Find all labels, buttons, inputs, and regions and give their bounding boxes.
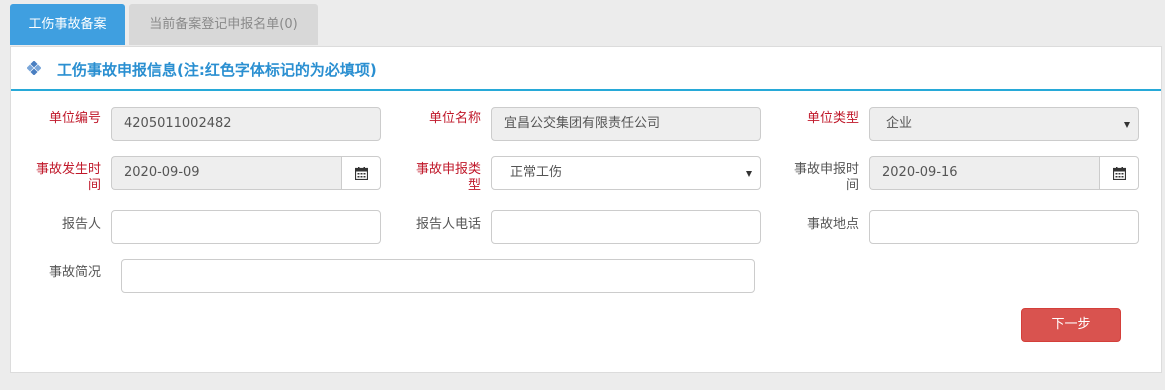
- accident-time-datepicker: 2020-09-09: [111, 156, 381, 190]
- tab-current-filing-list[interactable]: 当前备案登记申报名单(0): [129, 4, 318, 45]
- report-time-datepicker: 2020-09-16: [869, 156, 1139, 190]
- accident-time-label: 事故发生时 间: [35, 162, 101, 193]
- unit-name-label: 单位名称: [428, 111, 481, 126]
- unit-type-select[interactable]: 企业: [869, 107, 1139, 141]
- calendar-button[interactable]: [341, 156, 381, 190]
- diamond-bullet-icon: [27, 61, 41, 75]
- unit-code-label: 单位编号: [48, 111, 101, 126]
- reporter-phone-label: 报告人电话: [415, 217, 481, 232]
- accident-time-field[interactable]: 2020-09-09: [111, 156, 341, 190]
- reporter-input[interactable]: [111, 210, 381, 244]
- accident-summary-label: 事故简况: [48, 265, 101, 280]
- reporter-phone-input[interactable]: [491, 210, 761, 244]
- unit-code-field[interactable]: 4205011002482: [111, 107, 381, 141]
- calendar-icon: [1112, 166, 1126, 180]
- report-type-label: 事故申报类 型: [415, 162, 481, 193]
- report-time-field[interactable]: 2020-09-16: [869, 156, 1099, 190]
- calendar-icon: [354, 166, 368, 180]
- form-panel: 工伤事故申报信息(注:红色字体标记的为必填项) 单位编号 42050110024…: [10, 46, 1162, 373]
- caret-down-icon: [1124, 122, 1130, 128]
- accident-summary-input[interactable]: [121, 259, 755, 293]
- report-time-label: 事故申报时 间: [793, 162, 859, 193]
- accident-place-input[interactable]: [869, 210, 1139, 244]
- report-type-select[interactable]: 正常工伤: [491, 156, 761, 190]
- panel-header: 工伤事故申报信息(注:红色字体标记的为必填项): [11, 47, 1161, 91]
- accident-place-label: 事故地点: [806, 217, 859, 232]
- report-type-value: 正常工伤: [510, 165, 563, 180]
- next-step-button[interactable]: 下一步: [1021, 308, 1121, 342]
- reporter-label: 报告人: [61, 217, 101, 232]
- unit-name-field[interactable]: 宜昌公交集团有限责任公司: [491, 107, 761, 141]
- tab-accident-filing[interactable]: 工伤事故备案: [10, 4, 125, 45]
- panel-title: 工伤事故申报信息(注:红色字体标记的为必填项): [57, 61, 377, 79]
- caret-down-icon: [746, 171, 752, 177]
- unit-type-label: 单位类型: [806, 111, 859, 126]
- unit-type-value: 企业: [886, 116, 913, 131]
- calendar-button[interactable]: [1099, 156, 1139, 190]
